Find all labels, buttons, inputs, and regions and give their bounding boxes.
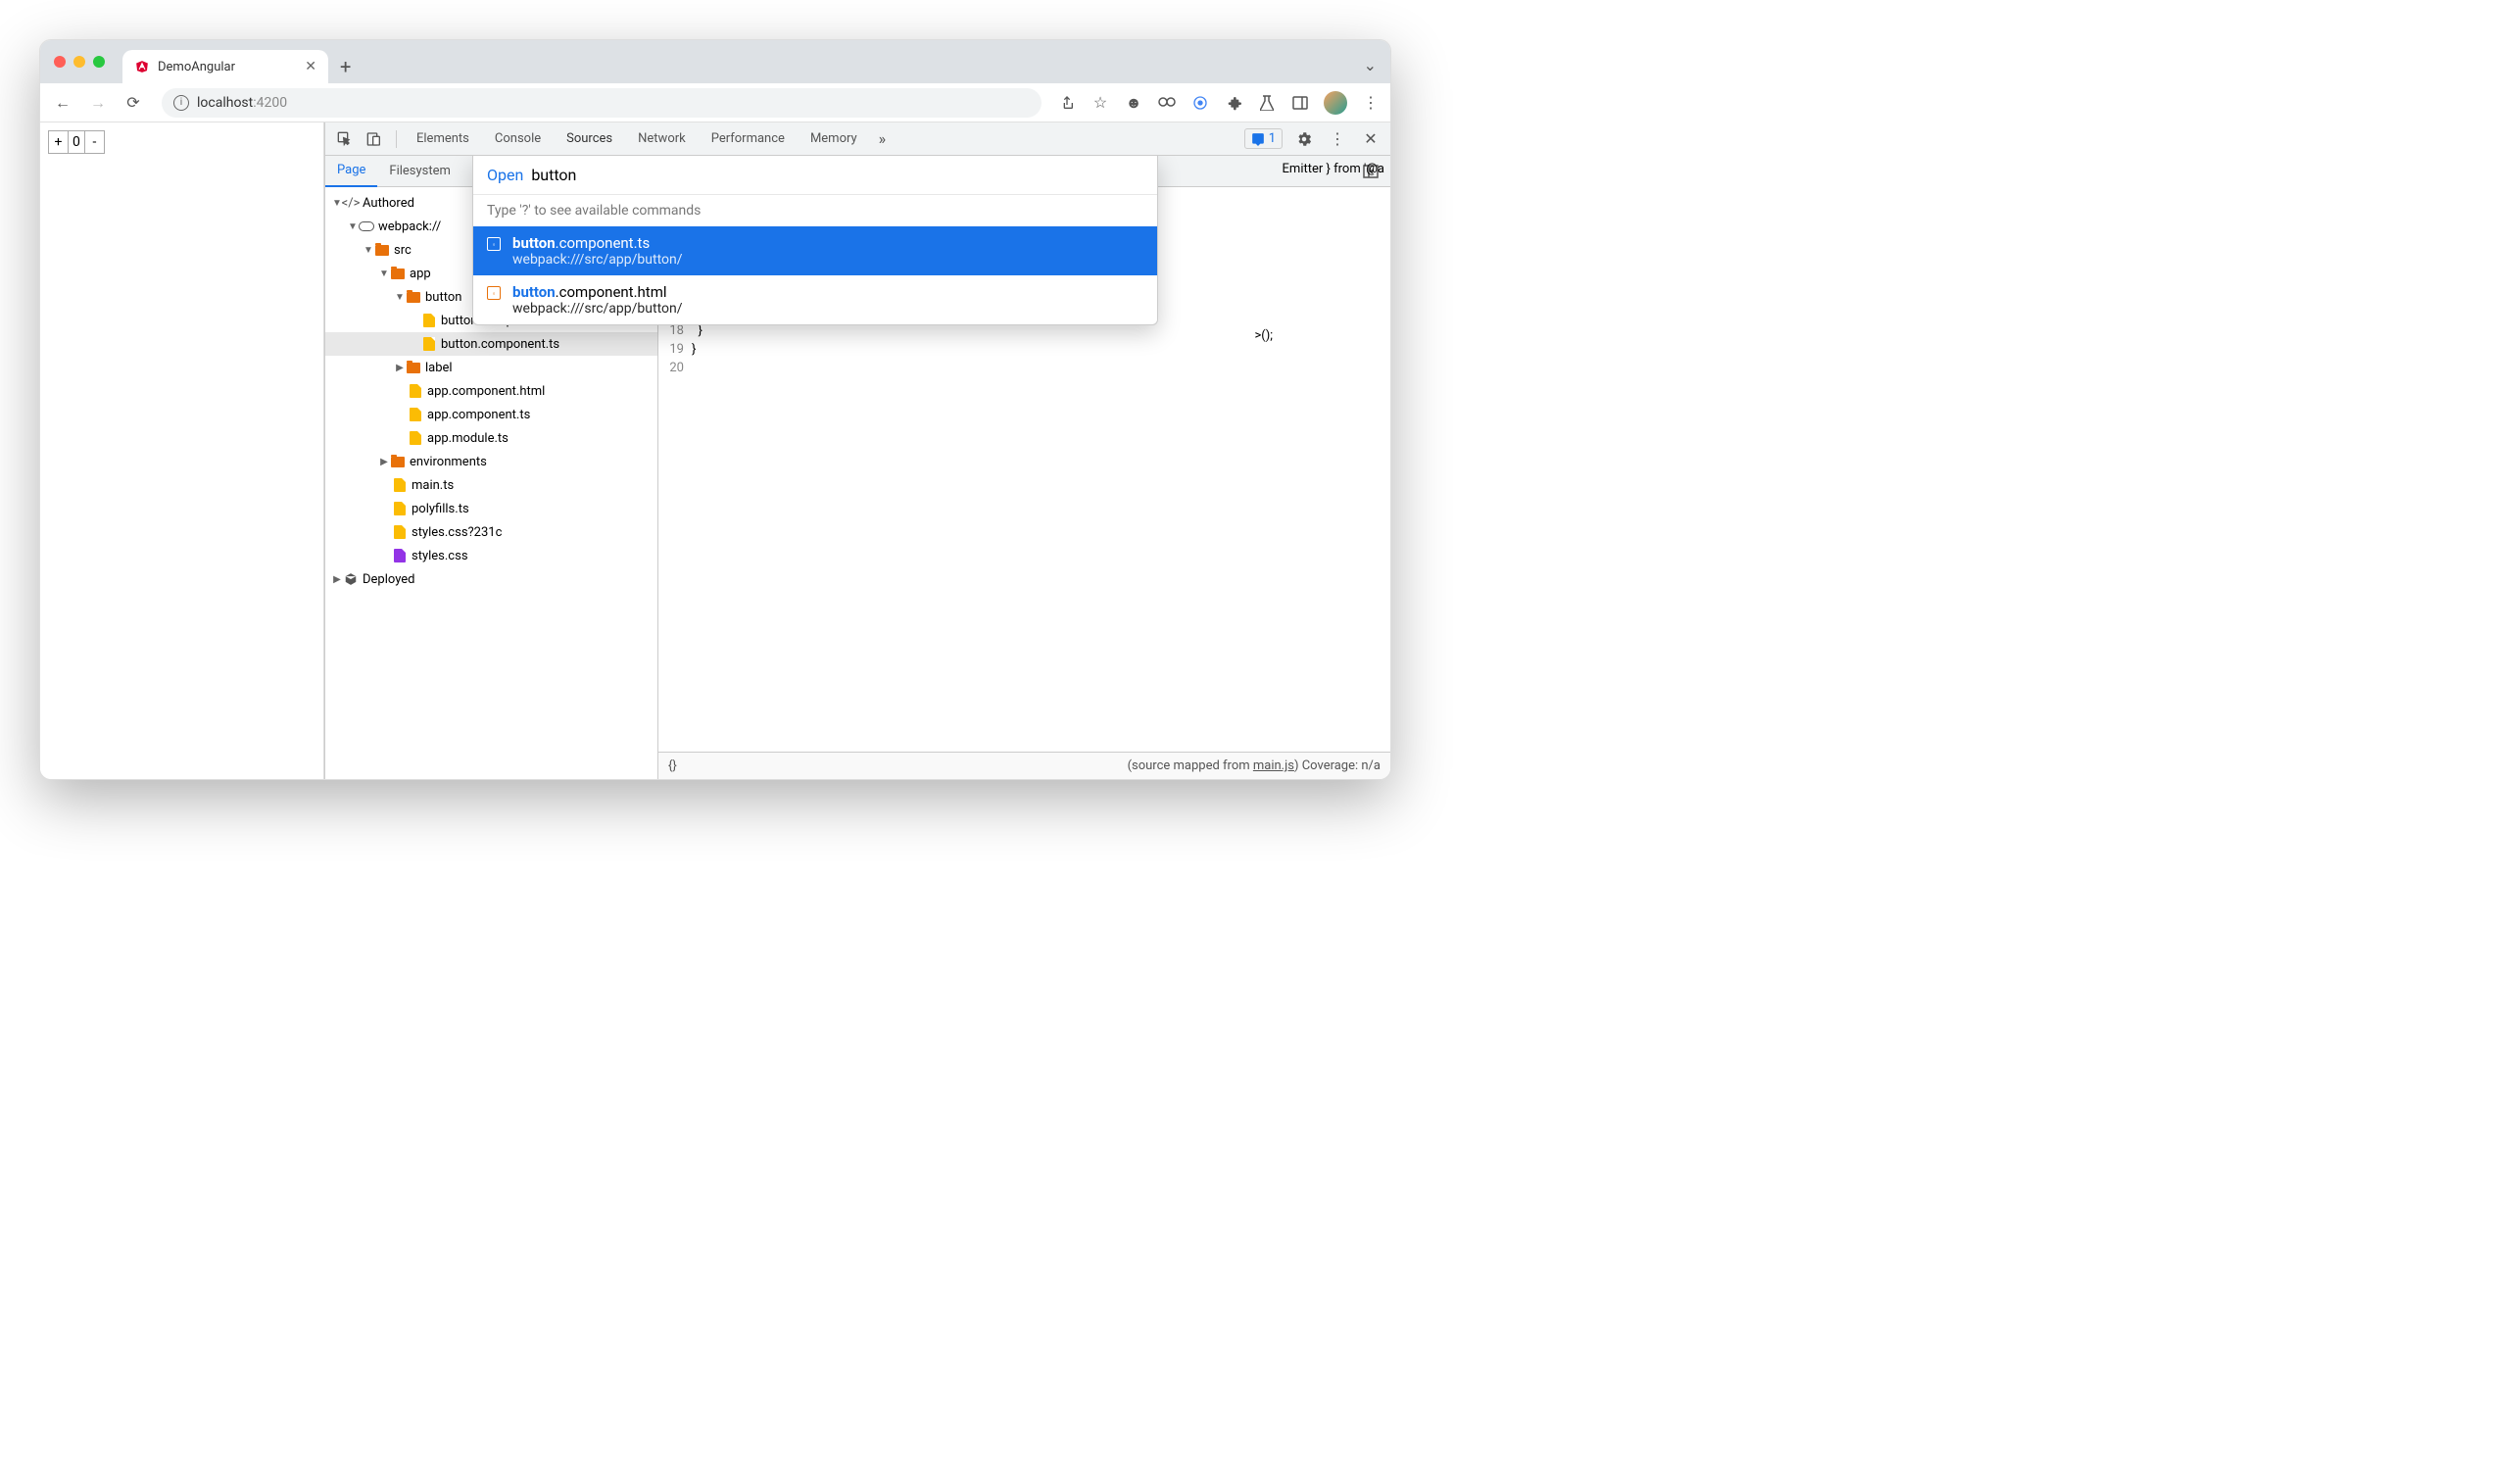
url-text: localhost:4200 xyxy=(197,95,287,111)
tree-styles[interactable]: styles.css xyxy=(325,544,657,567)
separator xyxy=(396,130,397,148)
tree-label-folder[interactable]: ▶label xyxy=(325,356,657,379)
extension-icon-3[interactable] xyxy=(1190,93,1210,113)
format-icon[interactable]: {} xyxy=(668,758,677,773)
toolbar-icons: ☆ ☻ ⋮ xyxy=(1057,91,1381,115)
tree-environments[interactable]: ▶environments xyxy=(325,450,657,473)
counter-value: 0 xyxy=(69,134,84,150)
maximize-window-button[interactable] xyxy=(93,56,105,68)
browser-window: DemoAngular ✕ + ⌄ ← → ⟳ i localhost:4200… xyxy=(39,39,1391,780)
issues-badge[interactable]: 1 xyxy=(1244,128,1283,149)
nav-tab-page[interactable]: Page xyxy=(325,156,377,187)
settings-icon[interactable] xyxy=(1292,127,1316,151)
open-file-result[interactable]: ◦button.component.tswebpack:///src/app/b… xyxy=(473,226,1157,275)
tab-elements[interactable]: Elements xyxy=(407,122,479,156)
site-info-icon[interactable]: i xyxy=(173,95,189,111)
close-tab-icon[interactable]: ✕ xyxy=(305,59,316,74)
titlebar: DemoAngular ✕ + ⌄ xyxy=(40,40,1390,83)
new-tab-button[interactable]: + xyxy=(340,55,351,78)
devtools-menu-icon[interactable]: ⋮ xyxy=(1326,127,1349,151)
code-fragment-mid: >(); xyxy=(1254,328,1273,343)
devtools-body: Page Filesystem ▼</>Authored ▼webpack://… xyxy=(325,156,1390,779)
page-viewport: + 0 - xyxy=(40,122,324,779)
content-area: + 0 - Elements Console Sources Network P… xyxy=(40,122,1390,779)
open-file-input[interactable] xyxy=(531,166,1143,184)
status-text: (source mapped from main.js) Coverage: n… xyxy=(1128,758,1381,773)
tree-deployed[interactable]: ▶Deployed xyxy=(325,567,657,591)
tab-overflow-icon[interactable]: ⌄ xyxy=(1364,56,1377,74)
tab-network[interactable]: Network xyxy=(628,122,696,156)
increment-button[interactable]: + xyxy=(49,131,69,153)
bookmark-icon[interactable]: ☆ xyxy=(1090,93,1110,113)
tab-performance[interactable]: Performance xyxy=(702,122,795,156)
code-fragment-top: Emitter } from '@a xyxy=(1283,162,1384,176)
tree-polyfills[interactable]: polyfills.ts xyxy=(325,497,657,520)
tree-app-ts[interactable]: app.component.ts xyxy=(325,403,657,426)
share-icon[interactable] xyxy=(1057,93,1077,113)
browser-toolbar: ← → ⟳ i localhost:4200 ☆ ☻ ⋮ xyxy=(40,83,1390,122)
devtools-panel: Elements Console Sources Network Perform… xyxy=(324,122,1390,779)
side-panel-icon[interactable] xyxy=(1290,93,1310,113)
tree-app-html[interactable]: app.component.html xyxy=(325,379,657,403)
labs-icon[interactable] xyxy=(1257,93,1277,113)
browser-menu-icon[interactable]: ⋮ xyxy=(1361,93,1381,113)
window-controls xyxy=(54,56,105,68)
tree-main[interactable]: main.ts xyxy=(325,473,657,497)
extensions-menu-icon[interactable] xyxy=(1224,93,1243,113)
tab-memory[interactable]: Memory xyxy=(800,122,867,156)
profile-avatar[interactable] xyxy=(1324,91,1347,115)
nav-tab-filesystem[interactable]: Filesystem xyxy=(377,156,462,187)
devtools-tabbar: Elements Console Sources Network Perform… xyxy=(325,122,1390,156)
tree-app-module[interactable]: app.module.ts xyxy=(325,426,657,450)
close-devtools-icon[interactable]: ✕ xyxy=(1359,127,1382,151)
extension-icon-1[interactable]: ☻ xyxy=(1124,93,1143,113)
tab-sources[interactable]: Sources xyxy=(557,122,622,156)
open-file-header: Open xyxy=(473,156,1157,194)
back-button[interactable]: ← xyxy=(50,90,75,116)
open-label: Open xyxy=(487,166,523,184)
address-bar[interactable]: i localhost:4200 xyxy=(162,88,1042,118)
reload-button[interactable]: ⟳ xyxy=(121,90,146,116)
counter-widget: + 0 - xyxy=(48,130,105,154)
close-window-button[interactable] xyxy=(54,56,66,68)
open-file-hint: Type '?' to see available commands xyxy=(473,194,1157,226)
tree-button-ts[interactable]: button.component.ts xyxy=(325,332,657,356)
open-file-dialog: Open Type '?' to see available commands … xyxy=(472,156,1158,325)
inspect-element-icon[interactable] xyxy=(333,127,357,151)
device-toolbar-icon[interactable] xyxy=(363,127,386,151)
extension-icon-2[interactable] xyxy=(1157,93,1177,113)
more-tabs-icon[interactable]: » xyxy=(873,129,893,148)
editor-statusbar: {} (source mapped from main.js) Coverage… xyxy=(658,752,1390,779)
tab-title: DemoAngular xyxy=(158,60,297,74)
source-map-link[interactable]: main.js xyxy=(1253,758,1294,773)
forward-button[interactable]: → xyxy=(85,90,111,116)
tab-console[interactable]: Console xyxy=(485,122,551,156)
angular-favicon-icon xyxy=(134,59,150,74)
decrement-button[interactable]: - xyxy=(84,131,104,153)
tree-styles-q[interactable]: styles.css?231c xyxy=(325,520,657,544)
browser-tab[interactable]: DemoAngular ✕ xyxy=(122,50,328,83)
minimize-window-button[interactable] xyxy=(73,56,85,68)
open-file-result[interactable]: ◦button.component.htmlwebpack:///src/app… xyxy=(473,275,1157,324)
